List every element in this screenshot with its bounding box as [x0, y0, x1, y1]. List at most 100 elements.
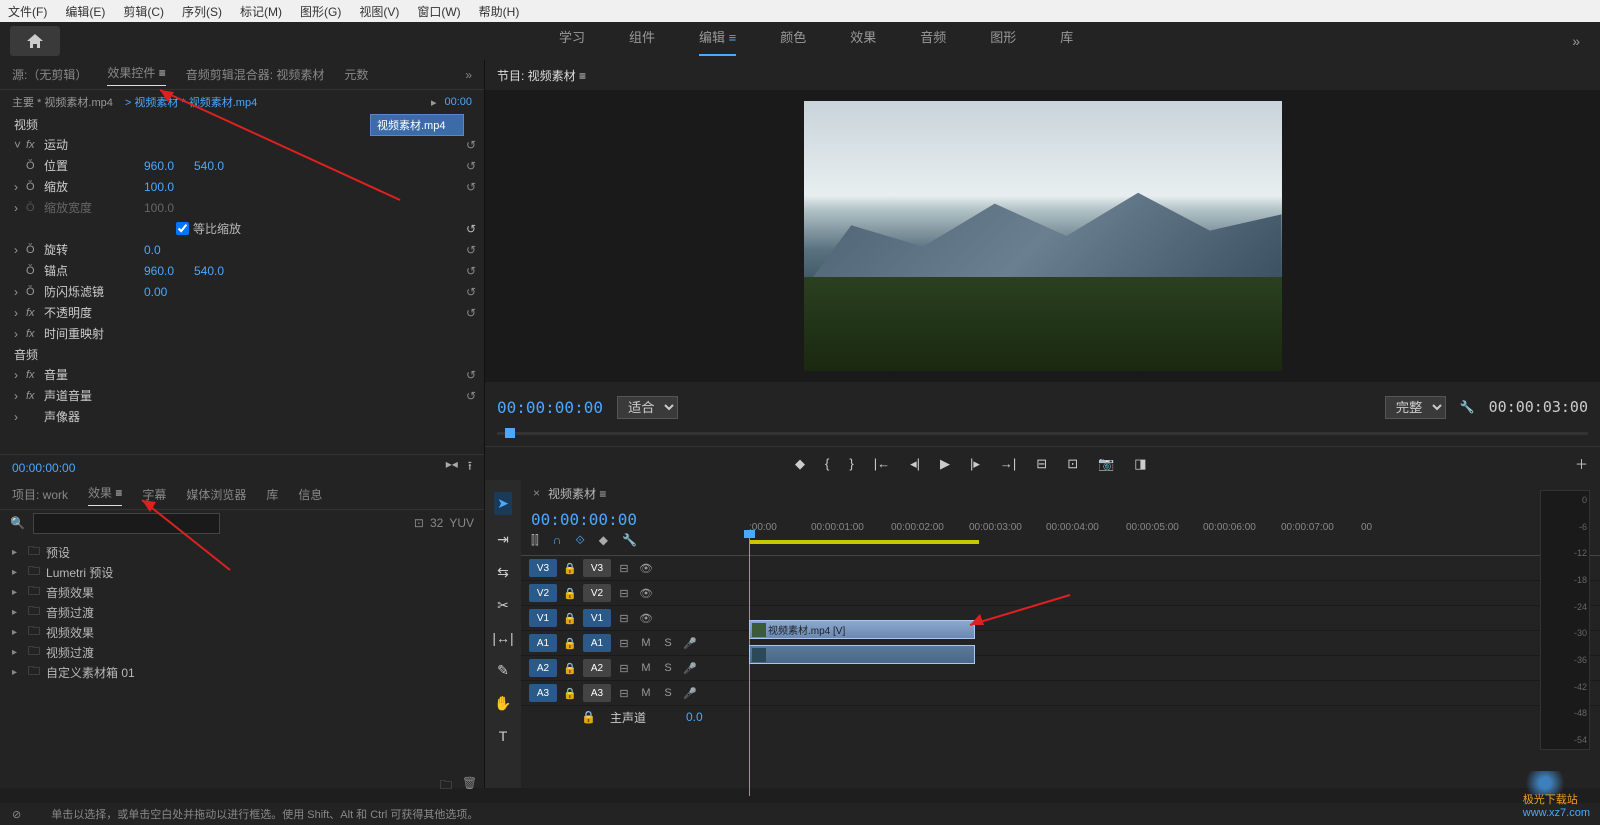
reset-icon[interactable]: ↺: [466, 222, 476, 236]
reset-icon[interactable]: ↺: [466, 138, 476, 152]
reset-icon[interactable]: ↺: [466, 264, 476, 278]
marker-icon[interactable]: ◆: [599, 533, 608, 548]
menu-help[interactable]: 帮助(H): [479, 3, 520, 20]
tab-project[interactable]: 项目: work: [12, 486, 68, 503]
lock-icon[interactable]: 🔒: [561, 684, 579, 702]
audio-clip[interactable]: [749, 645, 975, 664]
32bit-badge[interactable]: 32: [430, 516, 443, 530]
tree-video-transitions[interactable]: ▸🗀视频过渡: [0, 642, 484, 662]
quality-select[interactable]: 完整: [1385, 396, 1446, 419]
razor-tool-icon[interactable]: ✂: [497, 597, 509, 614]
mute-icon[interactable]: M: [637, 659, 655, 677]
linked-selection-icon[interactable]: ⟐: [575, 533, 584, 548]
timeline-ruler[interactable]: :00:00 00:00:01:00 00:00:02:00 00:00:03:…: [741, 506, 1600, 555]
flicker-val[interactable]: 0.00: [144, 285, 194, 299]
play-only-icon[interactable]: ▸◂: [446, 457, 458, 478]
prop-channel-volume[interactable]: 声道音量: [44, 387, 144, 404]
expand-icon[interactable]: ›: [14, 180, 26, 194]
track-target-v2[interactable]: V2: [529, 584, 557, 602]
wrench-icon[interactable]: 🔧: [1460, 400, 1475, 414]
tab-audio-mixer[interactable]: 音频剪辑混合器: 视频素材: [186, 66, 325, 83]
playhead-marker[interactable]: [505, 428, 515, 438]
reset-icon[interactable]: ↺: [466, 285, 476, 299]
step-back-icon[interactable]: ◂|: [910, 456, 920, 472]
hand-tool-icon[interactable]: ✋: [494, 695, 511, 712]
zoom-select[interactable]: 适合: [617, 396, 678, 419]
export-frame-icon[interactable]: 📷: [1098, 456, 1114, 472]
current-timecode[interactable]: 00:00:00:00: [497, 398, 603, 417]
toggle-output-icon[interactable]: 👁: [637, 559, 655, 577]
reset-icon[interactable]: ↺: [466, 368, 476, 382]
mute-icon[interactable]: M: [637, 634, 655, 652]
tab-captions[interactable]: 字幕: [142, 486, 166, 503]
prop-volume[interactable]: 音量: [44, 366, 144, 383]
sync-lock-icon[interactable]: ⊟: [615, 609, 633, 627]
source-tabs-overflow[interactable]: »: [465, 68, 472, 82]
track-target-v1[interactable]: V1: [529, 609, 557, 627]
delete-icon[interactable]: 🗑: [462, 776, 477, 797]
reset-icon[interactable]: ↺: [466, 159, 476, 173]
lock-icon[interactable]: 🔒: [561, 584, 579, 602]
lock-icon[interactable]: 🔒: [561, 609, 579, 627]
compare-icon[interactable]: ◨: [1134, 456, 1146, 472]
tree-lumetri[interactable]: ▸🗀Lumetri 预设: [0, 562, 484, 582]
rotation-val[interactable]: 0.0: [144, 243, 194, 257]
solo-icon[interactable]: S: [659, 659, 677, 677]
sequence-clip-link[interactable]: > 视频素材 * 视频素材.mp4: [125, 94, 257, 110]
mark-out-bracket-icon[interactable]: }: [849, 456, 853, 471]
tab-media-browser[interactable]: 媒体浏览器: [186, 486, 246, 503]
solo-icon[interactable]: S: [659, 684, 677, 702]
track-target-v3[interactable]: V3: [529, 559, 557, 577]
tab-metadata[interactable]: 元数: [344, 66, 368, 83]
workspace-editing[interactable]: 编辑 ≡: [699, 27, 736, 56]
track-select-tool-icon[interactable]: ⇥: [497, 531, 509, 548]
menu-clip[interactable]: 剪辑(C): [123, 3, 164, 20]
mark-in-icon[interactable]: ◆: [795, 456, 805, 472]
preview-area[interactable]: [485, 90, 1600, 382]
tree-audio-effects[interactable]: ▸🗀音频效果: [0, 582, 484, 602]
reset-icon[interactable]: ↺: [466, 389, 476, 403]
track-v3[interactable]: V3: [583, 559, 611, 577]
tree-video-effects[interactable]: ▸🗀视频效果: [0, 622, 484, 642]
track-a2[interactable]: A2: [583, 659, 611, 677]
go-in-icon[interactable]: |←: [874, 456, 890, 471]
menu-window[interactable]: 窗口(W): [417, 3, 460, 20]
accelerated-badge[interactable]: ⊡: [414, 516, 424, 530]
workspace-graphics[interactable]: 图形: [990, 27, 1016, 56]
lock-icon[interactable]: 🔒: [561, 634, 579, 652]
button-editor-icon[interactable]: ＋: [1575, 454, 1588, 473]
share-icon[interactable]: ⭱: [468, 457, 472, 478]
voice-over-icon[interactable]: 🎤: [681, 684, 699, 702]
reset-icon[interactable]: ↺: [466, 243, 476, 257]
position-x[interactable]: 960.0: [144, 159, 194, 173]
home-button[interactable]: [10, 26, 60, 56]
program-scrubber[interactable]: [485, 432, 1600, 446]
scale-val[interactable]: 100.0: [144, 180, 194, 194]
solo-icon[interactable]: S: [659, 634, 677, 652]
menu-marker[interactable]: 标记(M): [240, 3, 282, 20]
program-tab[interactable]: 节目: 视频素材 ≡: [497, 67, 586, 84]
tab-libraries[interactable]: 库: [266, 486, 278, 503]
track-v1[interactable]: V1: [583, 609, 611, 627]
prop-panner[interactable]: 声像器: [44, 408, 144, 425]
yuv-badge[interactable]: YUV: [449, 516, 474, 530]
menu-file[interactable]: 文件(F): [8, 3, 47, 20]
track-v2[interactable]: V2: [583, 584, 611, 602]
footer-timecode[interactable]: 00:00:00:00: [12, 461, 75, 475]
tree-presets[interactable]: ▸🗀预设: [0, 542, 484, 562]
lock-icon[interactable]: 🔒: [561, 659, 579, 677]
workspace-overflow[interactable]: »: [1572, 33, 1580, 49]
go-out-icon[interactable]: →|: [1000, 456, 1016, 471]
toggle-output-icon[interactable]: 👁: [637, 584, 655, 602]
extract-icon[interactable]: ⊡: [1067, 456, 1078, 472]
video-clip[interactable]: 视频素材.mp4 [V]: [749, 620, 975, 639]
sync-lock-icon[interactable]: ⊟: [615, 559, 633, 577]
lift-icon[interactable]: ⊟: [1036, 456, 1047, 472]
type-tool-icon[interactable]: T: [499, 728, 508, 744]
anchor-x[interactable]: 960.0: [144, 264, 194, 278]
effects-search-input[interactable]: [33, 513, 220, 534]
voice-over-icon[interactable]: 🎤: [681, 659, 699, 677]
prop-opacity[interactable]: 不透明度: [44, 304, 144, 321]
stopwatch-icon[interactable]: Ŏ: [26, 160, 44, 172]
prop-time-remap[interactable]: 时间重映射: [44, 325, 144, 342]
